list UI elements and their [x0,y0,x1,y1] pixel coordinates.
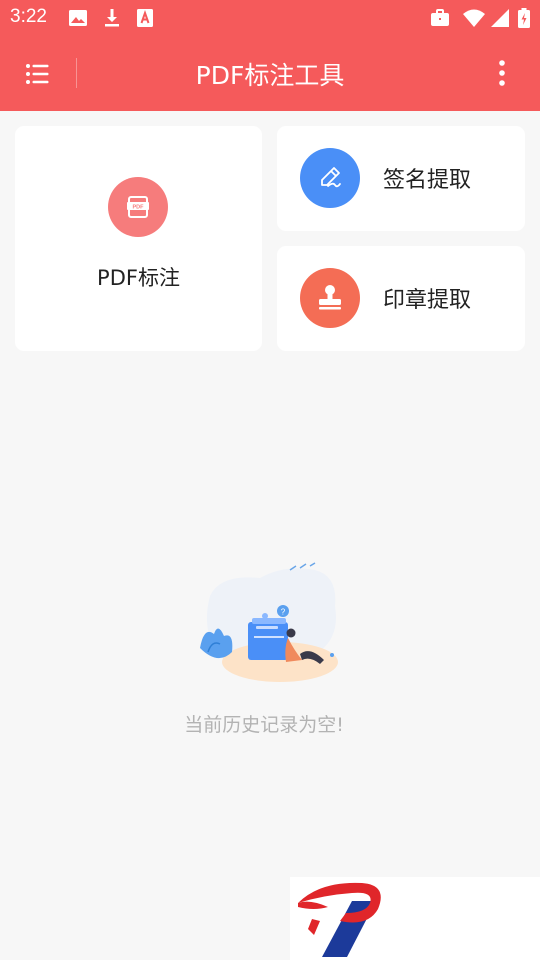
seal-extract-label: 印章提取 [383,288,472,313]
signature-icon-circle [300,148,360,208]
font-icon [137,9,153,27]
briefcase-icon [431,9,449,26]
pdf-annotate-card[interactable]: PDF PDF标注 [15,126,262,351]
pen-signature-icon [321,167,341,188]
download-icon [105,9,119,27]
pdf-annotate-icon-circle: PDF [108,177,168,237]
red-blue-p-logo [298,882,381,957]
seal-icon-circle [300,268,360,328]
signature-extract-label: 签名提取 [383,168,472,193]
empty-folder-illustration: ? [200,562,338,682]
stamp-icon [319,285,341,310]
more-vert-icon[interactable] [488,58,516,88]
signal-icon [491,9,509,27]
app-title: PDF标注工具 [195,61,345,90]
battery-icon [518,8,530,28]
svg-text:?: ? [281,608,286,617]
empty-history-message: 当前历史记录为空! [184,714,344,736]
pdf-document-icon: PDF [127,196,149,218]
pdf-annotate-label: PDF标注 [97,266,180,290]
app-bar: PDF标注工具 [0,36,540,111]
header: 3:22 PDF标注工具 [0,0,540,111]
status-time: 3:22 [10,6,47,27]
ad-banner[interactable] [290,877,540,960]
seal-extract-card[interactable]: 印章提取 [277,246,525,351]
svg-text:PDF: PDF [133,205,145,211]
signature-extract-card[interactable]: 签名提取 [277,126,525,231]
status-bar: 3:22 [0,0,540,36]
wifi-icon [463,9,485,27]
image-icon [69,10,87,26]
